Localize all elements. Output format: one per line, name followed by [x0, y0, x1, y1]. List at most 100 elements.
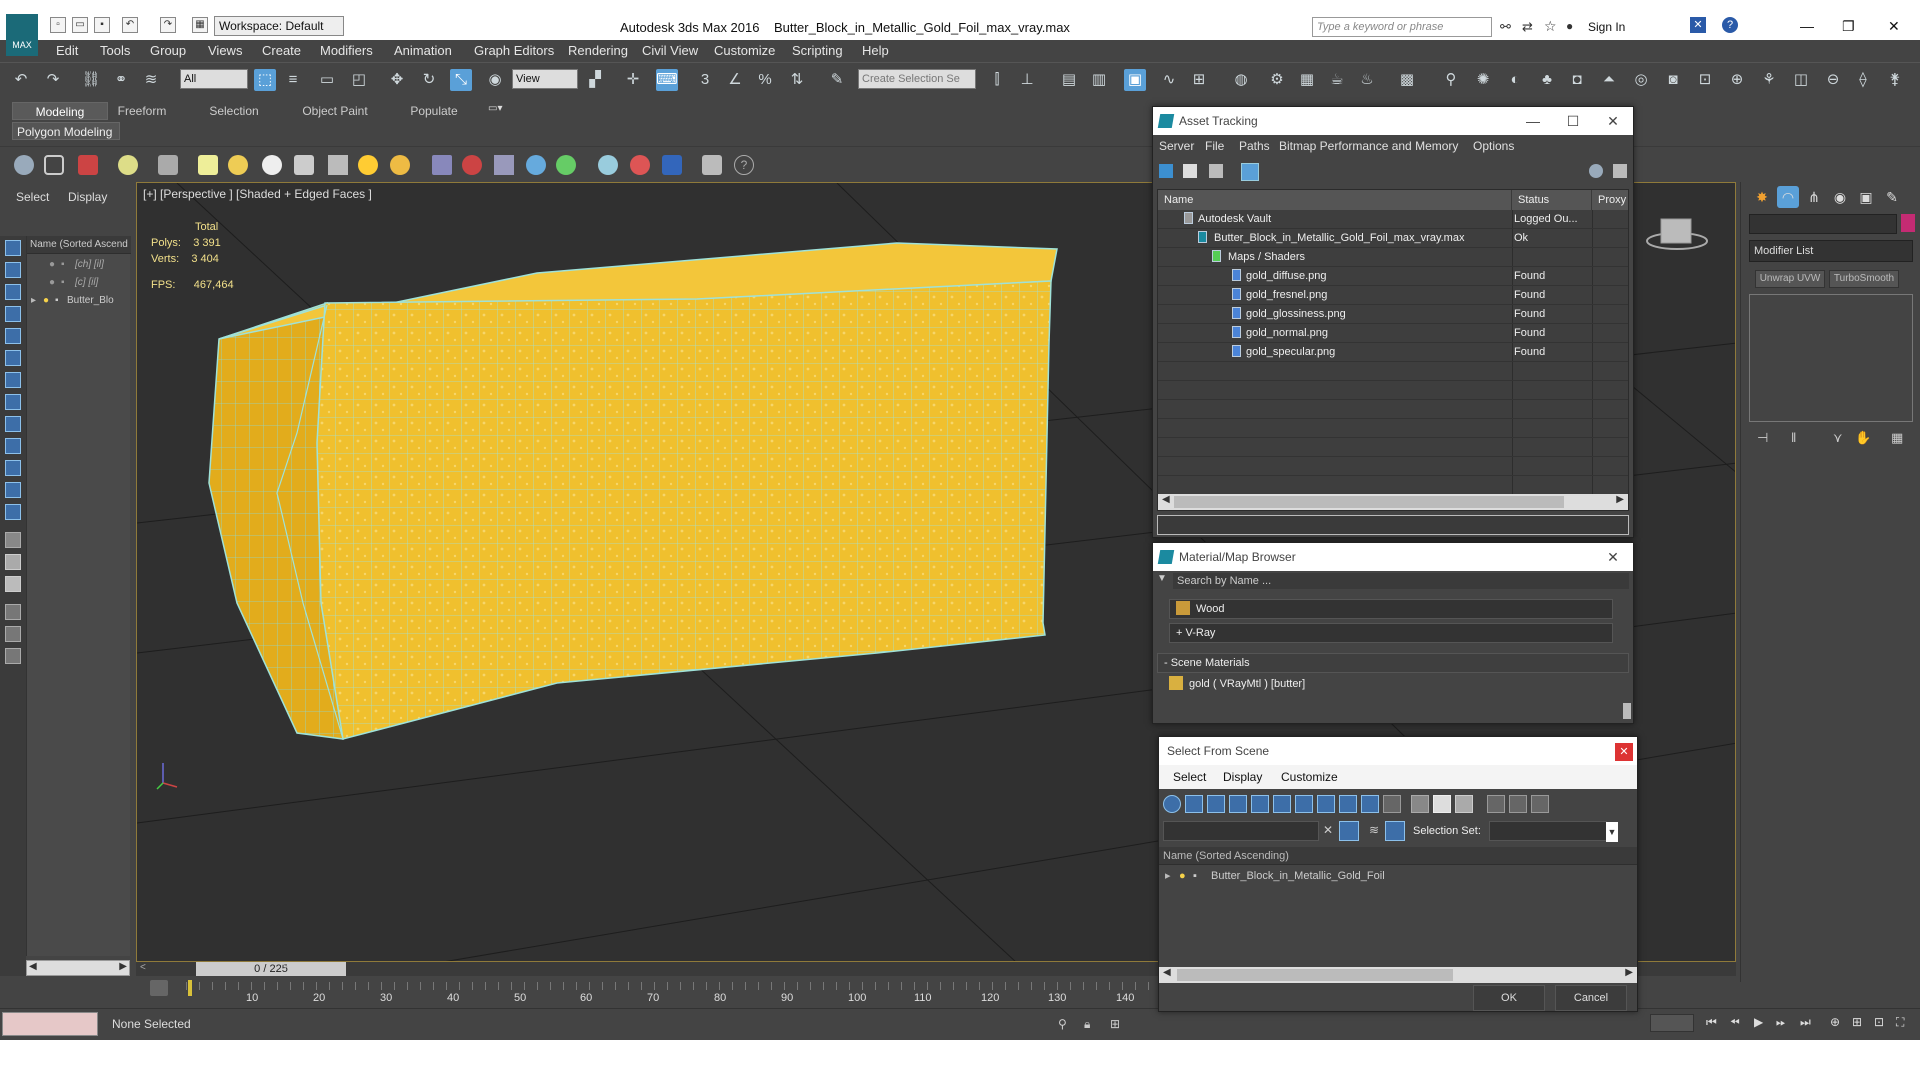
display-tab-icon[interactable]: ▣ — [1855, 186, 1877, 208]
scale-icon[interactable]: ⤡ — [450, 69, 472, 91]
reference-coordinate-dropdown[interactable]: View — [512, 69, 578, 89]
bulb-icon[interactable] — [118, 155, 138, 175]
move-icon[interactable]: ✥ — [386, 69, 408, 91]
vray-proxy-icon[interactable]: ◘ — [1566, 69, 1588, 91]
layers-icon[interactable]: ≋ — [1369, 823, 1379, 837]
filter-geometry-icon[interactable] — [5, 240, 21, 256]
table-row[interactable]: gold_specular.png Found — [1158, 343, 1628, 362]
mini-curve-editor-icon[interactable] — [150, 980, 168, 996]
scroll-thumb[interactable] — [1177, 969, 1453, 981]
polygon-modeling-panel[interactable]: Polygon Modeling — [12, 122, 120, 140]
filter-geometry-icon[interactable] — [1163, 795, 1181, 813]
scene-list-header[interactable]: Name (Sorted Ascending) — [1159, 847, 1637, 865]
scroll-left-icon[interactable]: ◀ — [1162, 494, 1170, 505]
butter-block-front[interactable] — [316, 280, 1052, 740]
menu-views[interactable]: Views — [208, 43, 242, 58]
column-name[interactable]: Name — [1158, 190, 1512, 210]
material-editor-icon[interactable]: ◍ — [1230, 69, 1252, 91]
table-row[interactable]: Autodesk Vault Logged Ou... — [1158, 210, 1628, 229]
user-icon[interactable]: ● — [1566, 19, 1573, 33]
isolate-icon[interactable]: ⚲ — [1058, 1017, 1067, 1031]
filter-hidden-icon[interactable] — [5, 482, 21, 498]
maxscript-listener[interactable] — [2, 1012, 98, 1036]
menu-customize[interactable]: Customize — [1281, 770, 1338, 784]
filter-all-icon[interactable] — [5, 504, 21, 520]
menu-customize[interactable]: Customize — [714, 43, 775, 58]
rendered-frame-window-icon[interactable]: ▦ — [1296, 69, 1318, 91]
plant-icon[interactable] — [556, 155, 576, 175]
list-view-icon[interactable] — [1183, 164, 1197, 178]
tab-modeling[interactable]: Modeling — [12, 102, 108, 120]
scroll-right-icon[interactable]: ▶ — [119, 961, 127, 972]
help-icon[interactable]: ? — [1722, 17, 1738, 33]
clipboard-icon[interactable] — [702, 155, 722, 175]
menu-edit[interactable]: Edit — [56, 43, 78, 58]
close-icon[interactable]: ✕ — [1593, 107, 1633, 135]
scroll-right-icon[interactable]: ▶ — [1625, 967, 1633, 978]
asset-path-field[interactable] — [1157, 515, 1629, 535]
undo-icon[interactable]: ↶ — [10, 69, 32, 91]
minimize-icon[interactable]: — — [1513, 107, 1553, 135]
modify-tab-icon[interactable]: ◠ — [1777, 186, 1799, 208]
material-search-input[interactable]: Search by Name ... — [1173, 573, 1629, 589]
menu-animation[interactable]: Animation — [394, 43, 452, 58]
globe-icon[interactable] — [598, 155, 618, 175]
grid-icon[interactable] — [432, 155, 452, 175]
tab-select[interactable]: Select — [16, 190, 49, 204]
object-name-field[interactable] — [1749, 214, 1897, 234]
list-item[interactable]: ● ▪ [c] [il] — [27, 274, 131, 292]
menu-tools[interactable]: Tools — [100, 43, 130, 58]
column-status[interactable]: Status — [1512, 190, 1592, 210]
new-file-icon[interactable]: ▫ — [50, 17, 66, 33]
menu-server[interactable]: Server — [1159, 139, 1194, 153]
settings-icon[interactable] — [1613, 164, 1627, 178]
browser-options-icon[interactable]: ▼ — [1157, 573, 1169, 587]
project-folder-icon[interactable]: ▦ — [192, 17, 208, 33]
table-view-icon[interactable] — [1241, 163, 1259, 181]
vray-fur-icon[interactable]: ♣ — [1536, 69, 1558, 91]
filter-frozen-icon[interactable] — [1383, 795, 1401, 813]
menu-help[interactable]: Help — [862, 43, 889, 58]
time-slider-handle[interactable]: 0 / 225 — [196, 962, 346, 976]
hierarchy-tab-icon[interactable]: ⋔ — [1803, 186, 1825, 208]
go-to-start-icon[interactable]: ⏮ — [1706, 1015, 1717, 1030]
render-production-icon[interactable]: ☕ — [1326, 69, 1348, 91]
sign-in-button[interactable]: Sign In — [1588, 20, 1625, 34]
current-frame-marker[interactable] — [188, 980, 192, 996]
object-color-swatch[interactable] — [1901, 214, 1915, 232]
autodesk-x-icon[interactable]: ✕ — [1690, 17, 1706, 33]
bone-icon[interactable] — [494, 155, 514, 175]
layer-explorer-icon[interactable]: ▤ — [1058, 69, 1080, 91]
find-input[interactable] — [1163, 821, 1319, 841]
expand-arrow-icon[interactable]: ▸ — [31, 292, 36, 310]
material-item[interactable]: gold ( VRayMtl ) [butter] — [1169, 675, 1613, 693]
vray-light-icon[interactable]: ⚲ — [1440, 69, 1462, 91]
vray-plane-icon[interactable]: ⏶ — [1598, 69, 1620, 91]
menu-rendering[interactable]: Rendering — [568, 43, 628, 58]
scene-explorer-scrollbar[interactable]: ◀ ▶ — [26, 960, 130, 976]
unlink-icon[interactable]: ⚭ — [110, 69, 132, 91]
menu-graph-editors[interactable]: Graph Editors — [474, 43, 554, 58]
tree-view-icon[interactable] — [1209, 164, 1223, 178]
close-icon[interactable]: ✕ — [1615, 743, 1633, 761]
ribbon-options-icon[interactable]: ▭▾ — [488, 103, 512, 117]
cone-icon[interactable] — [328, 155, 348, 175]
vertical-scrollbar[interactable] — [1623, 703, 1631, 719]
redo-icon[interactable]: ↷ — [160, 17, 176, 33]
menu-paths[interactable]: Paths — [1239, 139, 1270, 153]
motion-tab-icon[interactable]: ◉ — [1829, 186, 1851, 208]
sphere-icon[interactable] — [228, 155, 248, 175]
snap-toggle-icon[interactable]: 3 — [694, 69, 716, 91]
show-end-result-icon[interactable]: ‖ — [1791, 430, 1796, 445]
pivot-icon[interactable]: ▞ — [584, 69, 606, 91]
make-unique-icon[interactable]: ⋎ — [1833, 430, 1843, 446]
play-icon[interactable]: ▶ — [1754, 1015, 1763, 1029]
horizontal-scrollbar[interactable]: ◀ ▶ — [1158, 494, 1628, 510]
ok-button[interactable]: OK — [1473, 985, 1545, 1011]
table-row[interactable]: gold_glossiness.png Found — [1158, 305, 1628, 324]
vray-options-icon[interactable]: ⊕ — [1726, 69, 1748, 91]
next-frame-icon[interactable]: > — [282, 962, 288, 973]
table-row[interactable]: Butter_Block_in_Metallic_Gold_Foil_max_v… — [1158, 229, 1628, 248]
exchange-icon[interactable]: ⇄ — [1522, 19, 1533, 35]
named-selection-set-dropdown[interactable]: Create Selection Se — [858, 69, 976, 89]
